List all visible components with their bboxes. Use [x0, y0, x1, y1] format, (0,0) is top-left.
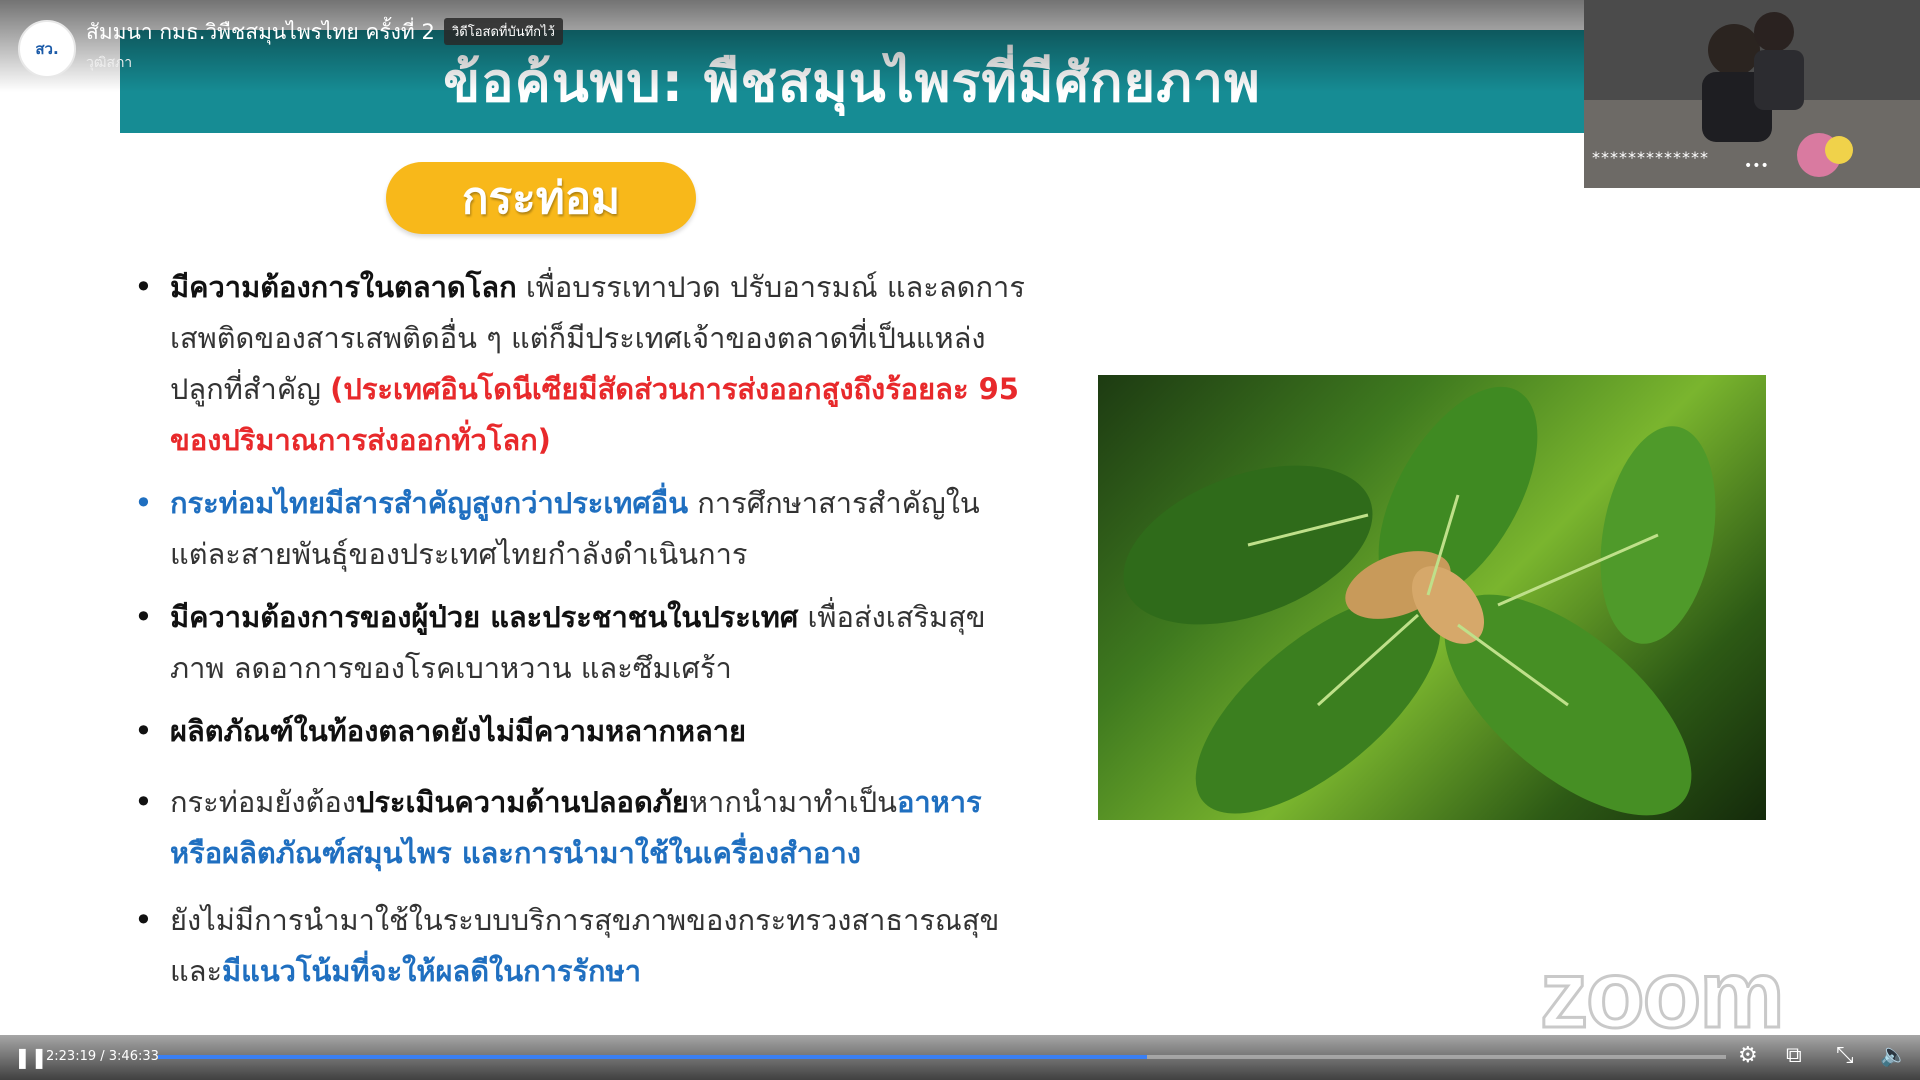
duration: 3:46:33	[108, 1049, 159, 1064]
current-time: 2:23:19	[46, 1049, 97, 1064]
time-display: 2:23:19 / 3:46:33	[46, 1049, 159, 1064]
webcam-overlay: ************* •••	[1584, 0, 1920, 188]
webcam-menu-icon[interactable]: •••	[1744, 158, 1769, 174]
miniplayer-icon[interactable]: ⧉	[1786, 1043, 1802, 1068]
bullet-dot: •	[134, 484, 153, 522]
channel-avatar[interactable]: สว.	[18, 20, 76, 78]
bullet-item-6: • ยังไม่มีการนำมาใช้ในระบบบริการสุขภาพขอ…	[130, 895, 1030, 997]
bullet-5-bold: ประเมินความด้านปลอดภัย	[355, 785, 689, 819]
pause-button[interactable]: ❚❚	[14, 1045, 48, 1069]
plant-name-badge: กระท่อม	[386, 162, 696, 234]
bullet-item-2: • กระท่อมไทยมีสารสำคัญสูงกว่าประเทศอื่น …	[130, 478, 1030, 580]
bullet-dot: •	[134, 598, 153, 636]
progress-fill	[158, 1055, 1147, 1059]
exit-fullscreen-icon[interactable]: ⤡	[1836, 1043, 1854, 1068]
plant-name: กระท่อม	[461, 173, 621, 224]
live-badge: วิดีโอสดที่บันทึกไว้	[444, 18, 563, 45]
bullet-item-5: • กระท่อมยังต้องประเมินความด้านปลอดภัยหา…	[130, 777, 1030, 879]
bullet-item-3: • มีความต้องการของผู้ป่วย และประชาชนในปร…	[130, 592, 1030, 694]
video-title[interactable]: สัมมนา กมธ.วิพืชสมุนไพรไทย ครั้งที่ 2	[86, 16, 435, 49]
bullet-6-blue: มีแนวโน้มที่จะให้ผลดีในการรักษา	[222, 954, 641, 988]
bullet-3-bold: มีความต้องการของผู้ป่วย และประชาชนในประเ…	[170, 600, 799, 634]
bullet-1-bold: มีความต้องการในตลาดโลก	[170, 270, 517, 304]
bullet-item-1: • มีความต้องการในตลาดโลก เพื่อบรรเทาปวด …	[130, 262, 1030, 466]
settings-icon[interactable]: ⚙	[1738, 1043, 1758, 1068]
avatar-text: สว.	[35, 40, 59, 58]
kratom-leaf-photo	[1098, 375, 1766, 820]
bullet-item-4: • ผลิตภัณฑ์ในท้องตลาดยังไม่มีความหลากหลา…	[130, 706, 1030, 757]
volume-icon[interactable]: 🔈	[1880, 1043, 1907, 1068]
bullet-5-text: กระท่อมยังต้อง	[170, 785, 356, 819]
bullet-5-text-2: หากนำมาทำเป็น	[688, 785, 897, 819]
bullet-list: • มีความต้องการในตลาดโลก เพื่อบรรเทาปวด …	[130, 262, 1030, 997]
bullet-dot: •	[134, 901, 153, 939]
bullet-dot: •	[134, 783, 153, 821]
zoom-watermark: zoom	[1539, 940, 1787, 1050]
player-controls: ❚❚ 2:23:19 / 3:46:33 ⚙ ⧉ ⤡ 🔈	[0, 1035, 1920, 1080]
time-separator: /	[96, 1049, 109, 1064]
channel-name[interactable]: วุฒิสภา	[86, 52, 132, 74]
bullet-2-blue: กระท่อมไทยมีสารสำคัญสูงกว่าประเทศอื่น	[170, 486, 689, 520]
bullet-dot: •	[134, 268, 153, 306]
webcam-participant-label: *************	[1592, 148, 1709, 167]
progress-bar[interactable]	[158, 1055, 1726, 1059]
bullet-dot: •	[134, 712, 153, 750]
bullet-4-bold: ผลิตภัณฑ์ในท้องตลาดยังไม่มีความหลากหลาย	[170, 714, 747, 748]
